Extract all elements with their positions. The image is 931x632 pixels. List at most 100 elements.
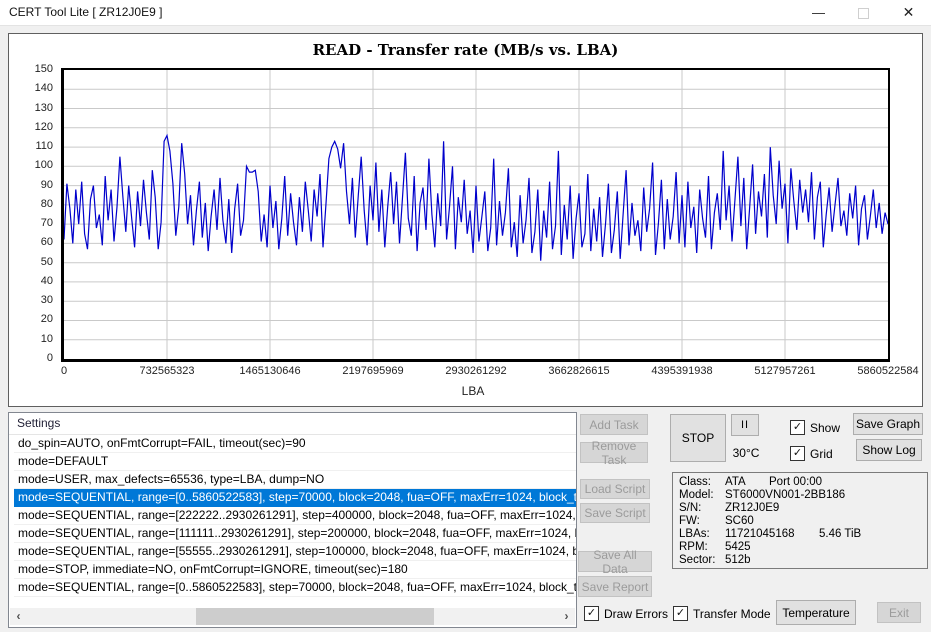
settings-row[interactable]: mode=SEQUENTIAL, range=[0..5860522583], …: [14, 579, 576, 597]
grid-checkbox[interactable]: Grid: [790, 446, 833, 461]
checkmark-icon[interactable]: [673, 606, 688, 621]
plot-area: [61, 68, 890, 362]
settings-row[interactable]: mode=STOP, immediate=NO, onFmtCorrupt=IG…: [14, 561, 576, 579]
drive-info-value: 5425: [725, 541, 751, 554]
settings-row[interactable]: mode=SEQUENTIAL, range=[111111..29302612…: [14, 525, 576, 543]
save-script-button: Save Script: [580, 503, 650, 523]
checkmark-icon[interactable]: [584, 606, 599, 621]
chart-title: READ - Transfer rate (MB/s vs. LBA): [9, 41, 922, 59]
drive-info-value: ZR12J0E9: [725, 502, 779, 515]
show-log-button[interactable]: Show Log: [856, 439, 922, 461]
settings-list: Settings do_spin=AUTO, onFmtCorrupt=FAIL…: [8, 412, 577, 628]
y-axis-tick: 50: [41, 256, 53, 268]
settings-row[interactable]: mode=SEQUENTIAL, range=[222222..29302612…: [14, 507, 576, 525]
x-axis-tick: 732565323: [139, 365, 194, 377]
y-axis: 1501401301201101009080706050403020100: [15, 70, 57, 359]
stop-button[interactable]: STOP: [670, 414, 726, 462]
transfer-rate-line-chart: [64, 70, 888, 359]
drive-info-row: LBAs: 11721045168 5.46 TiB: [673, 528, 927, 541]
title-bar: CERT Tool Lite [ ZR12J0E9 ] — ✕: [0, 0, 931, 26]
drive-info-panel: Class:ATAPort 00:00Model:ST6000VN001-2BB…: [672, 472, 928, 569]
y-axis-tick: 110: [35, 140, 53, 152]
drive-info-label: Model:: [679, 489, 714, 502]
settings-row[interactable]: mode=SEQUENTIAL, range=[55555..293026129…: [14, 543, 576, 561]
y-axis-tick: 90: [41, 179, 53, 191]
transfer-mode-label: Transfer Mode: [693, 607, 771, 621]
settings-rows: do_spin=AUTO, onFmtCorrupt=FAIL, timeout…: [9, 435, 576, 597]
scrollbar-thumb[interactable]: [196, 608, 433, 625]
add-task-button: Add Task: [580, 414, 648, 435]
remove-task-button: Remove Task: [580, 442, 648, 463]
drive-info-label: Class:: [679, 476, 711, 489]
show-checkbox[interactable]: Show: [790, 420, 840, 435]
minimize-icon[interactable]: —: [796, 0, 841, 25]
y-axis-tick: 10: [41, 333, 53, 345]
save-report-button: Save Report: [578, 576, 652, 597]
x-axis-tick: 2197695969: [342, 365, 403, 377]
settings-row[interactable]: mode=USER, max_defects=65536, type=LBA, …: [14, 471, 576, 489]
x-axis-tick: 4395391938: [651, 365, 712, 377]
y-axis-tick: 0: [47, 352, 53, 364]
drive-info-row: Sector: 512b: [673, 554, 927, 567]
drive-info-extra: Port 00:00: [769, 476, 822, 489]
drive-info-value: SC60: [725, 515, 754, 528]
x-axis-tick: 3662826615: [548, 365, 609, 377]
settings-column-header[interactable]: Settings: [9, 413, 576, 435]
x-axis-tick: 5860522584: [857, 365, 918, 377]
close-icon[interactable]: ✕: [886, 0, 931, 25]
y-axis-tick: 150: [35, 63, 53, 75]
grid-checkbox-label: Grid: [810, 447, 833, 461]
y-axis-tick: 130: [35, 102, 53, 114]
draw-errors-checkbox[interactable]: Draw Errors: [584, 606, 668, 621]
x-axis-tick: 5127957261: [754, 365, 815, 377]
drive-info-value: 11721045168: [725, 528, 795, 541]
checkmark-icon[interactable]: [790, 420, 805, 435]
drive-info-label: S/N:: [679, 502, 701, 515]
chart-panel: READ - Transfer rate (MB/s vs. LBA) 150 1…: [8, 33, 923, 407]
x-axis-label: LBA: [61, 384, 885, 398]
drive-info-label: Sector:: [679, 554, 715, 567]
exit-button: Exit: [877, 602, 921, 623]
y-axis-tick: 60: [41, 236, 53, 248]
scroll-left-icon[interactable]: ‹: [10, 608, 27, 625]
y-axis-tick: 140: [35, 82, 53, 94]
temperature-readout: 30°C: [729, 446, 763, 460]
y-axis-tick: 120: [35, 121, 53, 133]
drive-info-row: Model: ST6000VN001-2BB186: [673, 489, 927, 502]
y-axis-tick: 80: [41, 198, 53, 210]
drive-info-row: RPM: 5425: [673, 541, 927, 554]
drive-info-row: S/N: ZR12J0E9: [673, 502, 927, 515]
drive-info-value: ST6000VN001-2BB186: [725, 489, 845, 502]
draw-errors-label: Draw Errors: [604, 607, 668, 621]
maximize-icon: [841, 0, 886, 25]
drive-info-row: FW: SC60: [673, 515, 927, 528]
y-axis-tick: 40: [41, 275, 53, 287]
temperature-button[interactable]: Temperature: [776, 600, 856, 625]
show-checkbox-label: Show: [810, 421, 840, 435]
drive-info-label: RPM:: [679, 541, 708, 554]
settings-row[interactable]: do_spin=AUTO, onFmtCorrupt=FAIL, timeout…: [14, 435, 576, 453]
settings-row[interactable]: mode=DEFAULT: [14, 453, 576, 471]
drive-info-extra: 5.46 TiB: [819, 528, 861, 541]
checkmark-icon[interactable]: [790, 446, 805, 461]
scroll-right-icon[interactable]: ›: [558, 608, 575, 625]
settings-row[interactable]: mode=SEQUENTIAL, range=[0..5860522583], …: [14, 489, 576, 507]
drive-info-label: FW:: [679, 515, 700, 528]
y-axis-tick: 70: [41, 217, 53, 229]
drive-info-value: 512b: [725, 554, 751, 567]
x-axis-tick: 1465130646: [239, 365, 300, 377]
y-axis-tick: 20: [41, 313, 53, 325]
save-graph-button[interactable]: Save Graph: [853, 413, 923, 435]
horizontal-scrollbar[interactable]: ‹ ›: [10, 608, 575, 625]
y-axis-tick: 30: [41, 294, 53, 306]
y-axis-tick: 100: [35, 159, 53, 171]
x-axis-tick: 2930261292: [445, 365, 506, 377]
app-window: CERT Tool Lite [ ZR12J0E9 ] — ✕ READ - T…: [0, 0, 931, 632]
transfer-mode-checkbox[interactable]: Transfer Mode: [673, 606, 771, 621]
save-all-data-button: Save All Data: [578, 551, 652, 572]
pause-button[interactable]: II: [731, 414, 759, 436]
load-script-button: Load Script: [580, 479, 650, 499]
drive-info-label: LBAs:: [679, 528, 710, 541]
x-axis: 0 732565323 1465130646 2197695969 2930261292…: [64, 365, 888, 379]
x-axis-tick: 0: [61, 365, 67, 377]
